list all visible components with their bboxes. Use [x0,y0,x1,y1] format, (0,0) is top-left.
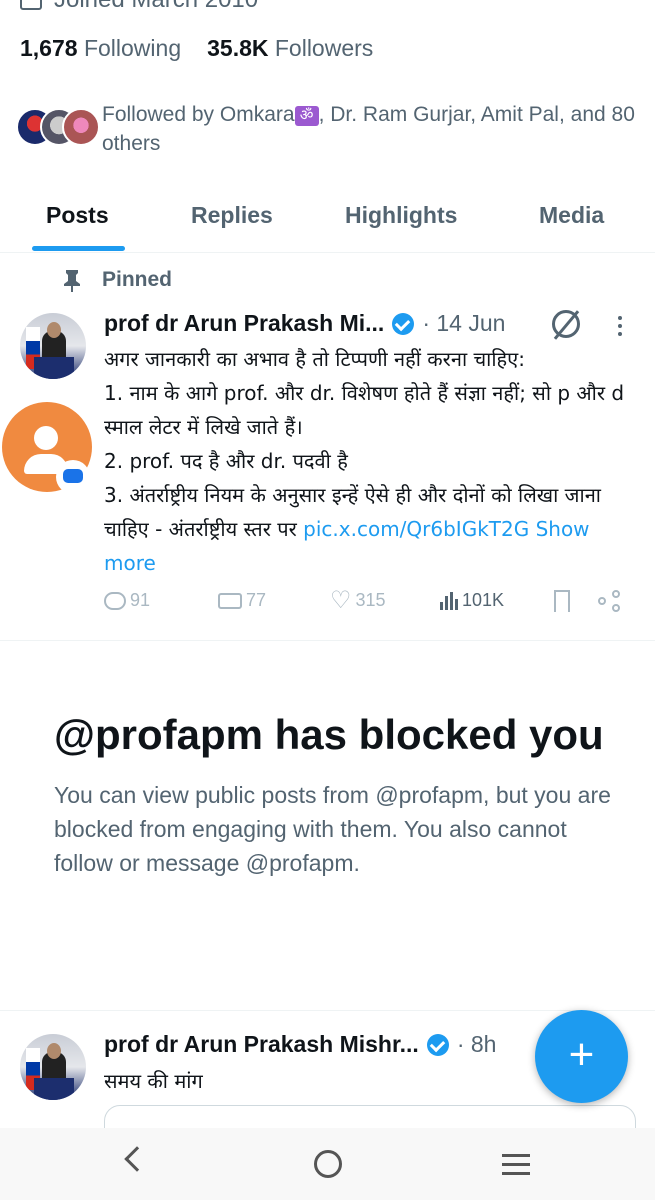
followed-by-text: Followed by Omkara ॐ, Dr. Ram Gurjar, Ami… [102,103,635,155]
avatar [62,108,100,146]
share-icon [598,590,622,612]
share-button[interactable] [598,590,622,612]
tab-replies[interactable]: Replies [191,202,273,229]
media-link[interactable]: pic.x.com/Qr6bIGkT2G [303,517,529,541]
author-name[interactable]: prof dr Arun Prakash Mi... [104,310,384,337]
home-icon[interactable] [314,1150,342,1178]
second-post-header: prof dr Arun Prakash Mishr... · 8h [104,1031,496,1058]
blocked-notice: @profapm has blocked you You can view pu… [54,708,614,880]
verified-badge-icon[interactable] [426,1033,449,1056]
tab-highlights[interactable]: Highlights [345,202,457,229]
compose-button[interactable]: + [535,1010,628,1103]
recent-apps-icon[interactable] [502,1154,530,1181]
follower-avatars [16,108,100,152]
blocked-message: You can view public posts from @profapm,… [54,782,611,876]
pinned-post-text: अगर जानकारी का अभाव है तो टिप्पणी नहीं क… [104,347,625,575]
calendar-icon [20,0,42,10]
blocked-title: @profapm has blocked you [54,711,604,758]
post-time[interactable]: · 8h [457,1031,497,1058]
author-avatar[interactable] [20,313,86,379]
author-avatar[interactable] [20,1034,86,1100]
followed-by[interactable]: Followed by Omkara ॐ, Dr. Ram Gurjar, Ami… [16,100,642,158]
repost-button[interactable]: 77 [218,590,266,611]
more-options-icon[interactable] [618,316,624,340]
joined-date: Joined March 2010 [20,0,258,14]
joined-label: Joined March 2010 [54,0,258,14]
bookmark-icon [554,590,570,612]
grok-icon[interactable] [552,310,580,338]
reply-button[interactable]: 91 [104,590,150,611]
bookmark-button[interactable] [554,590,570,612]
repost-icon [218,592,242,609]
follow-stats: 1,678 Following 35.8K Followers [20,35,373,62]
heart-icon: ♡ [330,586,352,614]
reply-icon [104,591,126,610]
divider [0,640,655,641]
following-link[interactable]: 1,678 Following [20,35,181,62]
divider [0,1010,655,1011]
views-icon [440,591,458,610]
tab-media[interactable]: Media [539,202,604,229]
author-name[interactable]: prof dr Arun Prakash Mishr... [104,1031,419,1058]
verified-badge-icon[interactable] [392,312,415,335]
followers-link[interactable]: 35.8K Followers [207,35,373,62]
message-icon [56,460,90,494]
active-tab-indicator [32,246,125,251]
pinned-post-header: prof dr Arun Prakash Mi... · 14 Jun [104,310,505,337]
om-emoji-icon: ॐ [294,106,319,126]
post-actions: 91 77 ♡ 315 101K [104,586,624,620]
views-button[interactable]: 101K [440,590,504,611]
post-time[interactable]: · 14 Jun [422,310,505,337]
tab-posts[interactable]: Posts [46,202,109,229]
back-icon[interactable] [124,1146,150,1172]
contact-chat-bubble[interactable] [2,402,92,494]
system-nav-bar [0,1128,655,1200]
profile-tabs: Posts Replies Highlights Media [0,190,655,253]
pin-icon [64,270,80,292]
like-button[interactable]: ♡ 315 [330,586,386,614]
pinned-indicator: Pinned [62,268,172,292]
